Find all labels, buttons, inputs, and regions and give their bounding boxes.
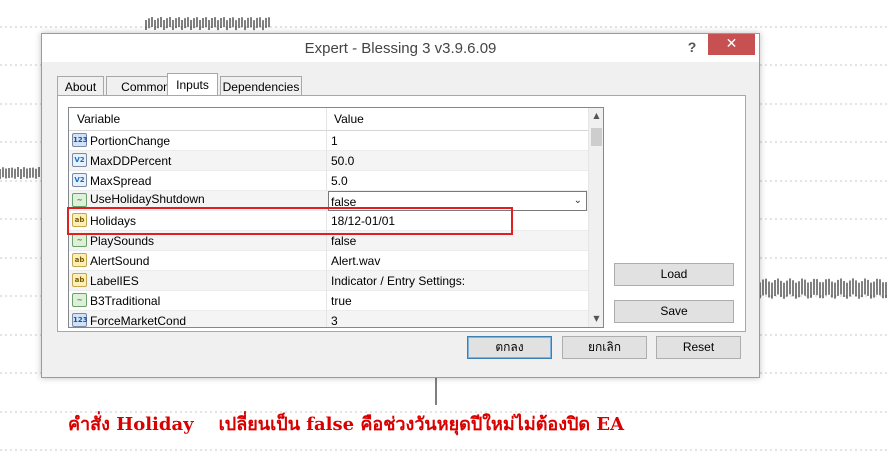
variable-value[interactable]: false [331, 234, 356, 248]
help-button[interactable]: ? [681, 36, 703, 58]
holidays-highlight-box [67, 207, 513, 235]
variable-name: LabelIES [90, 274, 139, 288]
bool-icon: ~ [72, 293, 87, 307]
variable-name: MaxSpread [90, 174, 152, 188]
tab-about[interactable]: About [57, 76, 104, 96]
grid-header: Variable Value [69, 108, 588, 131]
chevron-down-icon[interactable]: ⌄ [574, 195, 582, 206]
variable-name: ForceMarketCond [90, 314, 187, 328]
variable-name: B3Traditional [90, 294, 161, 308]
table-row[interactable]: ab AlertSound Alert.wav [69, 251, 588, 271]
title-bar[interactable]: Expert - Blessing 3 v3.9.6.09 ? ✕ [42, 34, 759, 62]
scrollbar-thumb[interactable] [591, 128, 602, 146]
column-header-value[interactable]: Value [334, 112, 364, 126]
column-header-variable[interactable]: Variable [77, 112, 120, 126]
variable-name: PortionChange [90, 134, 171, 148]
variable-value[interactable]: 1 [331, 134, 338, 148]
scroll-up-icon[interactable]: ▲ [589, 108, 603, 124]
variable-value[interactable]: true [331, 294, 352, 308]
ok-button[interactable]: ตกลง [467, 336, 552, 359]
int-icon: 123 [72, 313, 88, 327]
cancel-button[interactable]: ยกเลิก [562, 336, 647, 359]
vertical-scrollbar[interactable]: ▲ ▼ [588, 108, 603, 327]
reset-button[interactable]: Reset [656, 336, 741, 359]
variable-value[interactable]: Indicator / Entry Settings: [331, 274, 465, 288]
table-row[interactable]: ~ B3Traditional true [69, 291, 588, 311]
column-separator[interactable] [326, 108, 327, 130]
variable-value[interactable]: 5.0 [331, 174, 348, 188]
bool-icon: ~ [72, 193, 87, 207]
table-row[interactable]: V2 MaxDDPercent 50.0 [69, 151, 588, 171]
load-button[interactable]: Load [614, 263, 734, 286]
variable-value[interactable]: 50.0 [331, 154, 354, 168]
save-button[interactable]: Save [614, 300, 734, 323]
variable-value[interactable]: 3 [331, 314, 338, 327]
int-icon: 123 [72, 133, 88, 147]
variable-name: AlertSound [90, 254, 150, 268]
table-row[interactable]: 123 PortionChange 1 [69, 131, 588, 151]
tab-dependencies[interactable]: Dependencies [220, 76, 302, 96]
table-row[interactable]: ab LabelIES Indicator / Entry Settings: [69, 271, 588, 291]
double-icon: V2 [72, 173, 87, 187]
table-row[interactable]: 123 ForceMarketCond 3 [69, 311, 588, 328]
string-icon: ab [72, 273, 87, 287]
scroll-down-icon[interactable]: ▼ [589, 311, 603, 327]
variable-value[interactable]: Alert.wav [331, 254, 380, 268]
double-icon: V2 [72, 153, 87, 167]
variable-name: PlaySounds [90, 234, 155, 248]
annotation-caption: คำสั่ง Holiday เปลี่ยนเป็น false คือช่วง… [68, 414, 625, 435]
variable-name: MaxDDPercent [90, 154, 172, 168]
close-button[interactable]: ✕ [708, 34, 755, 55]
window-title: Expert - Blessing 3 v3.9.6.09 [304, 40, 497, 57]
expert-properties-dialog: Expert - Blessing 3 v3.9.6.09 ? ✕ About … [41, 33, 760, 378]
bool-icon: ~ [72, 233, 87, 247]
variable-name: UseHolidayShutdown [90, 192, 205, 206]
tab-inputs[interactable]: Inputs [167, 73, 218, 97]
string-icon: ab [72, 253, 87, 267]
table-row[interactable]: V2 MaxSpread 5.0 [69, 171, 588, 191]
